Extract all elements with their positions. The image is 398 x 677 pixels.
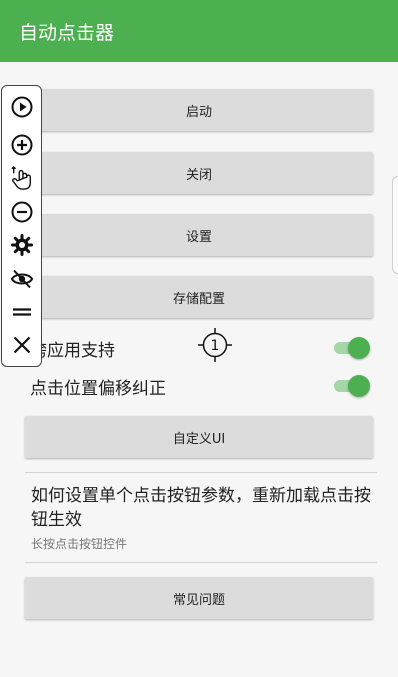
faq-button[interactable]: 常见问题 — [25, 577, 373, 619]
help-subtitle: 长按点击按钮控件 — [31, 537, 128, 551]
offset-correction-row: 点击位置偏移纠正 — [30, 371, 370, 401]
close-button[interactable]: 关闭 — [25, 152, 373, 194]
floating-toolbar — [1, 85, 42, 367]
toggle-thumb — [348, 375, 370, 397]
close-icon[interactable] — [10, 333, 34, 357]
app-bar: 自动点击器 — [0, 0, 398, 62]
save-config-button[interactable]: 存储配置 — [25, 276, 373, 318]
cross-app-support-toggle[interactable] — [334, 337, 370, 359]
start-button[interactable]: 启动 — [25, 89, 373, 131]
tap-gesture-icon[interactable] — [10, 165, 34, 190]
help-title[interactable]: 如何设置单个点击按钮参数，重新加载点击按钮生效 — [31, 484, 371, 532]
click-target-number: 1 — [211, 338, 220, 354]
offset-correction-toggle[interactable] — [334, 375, 370, 397]
app-title: 自动点击器 — [19, 21, 115, 44]
toggle-thumb — [348, 337, 370, 359]
offset-correction-label: 点击位置偏移纠正 — [30, 378, 166, 399]
divider — [25, 472, 377, 473]
settings-button[interactable]: 设置 — [25, 214, 373, 256]
cross-app-support-label: 跨应用支持 — [30, 340, 115, 361]
add-icon[interactable] — [10, 133, 34, 157]
drag-handle-icon[interactable] — [10, 300, 34, 324]
edge-drawer-handle[interactable] — [392, 176, 398, 274]
remove-icon[interactable] — [10, 200, 34, 224]
play-icon[interactable] — [10, 95, 34, 119]
divider — [25, 562, 377, 563]
click-target-marker[interactable]: 1 — [198, 328, 232, 362]
eye-off-icon[interactable] — [10, 267, 34, 291]
custom-ui-button[interactable]: 自定义UI — [25, 416, 373, 458]
gear-icon[interactable] — [10, 233, 34, 257]
